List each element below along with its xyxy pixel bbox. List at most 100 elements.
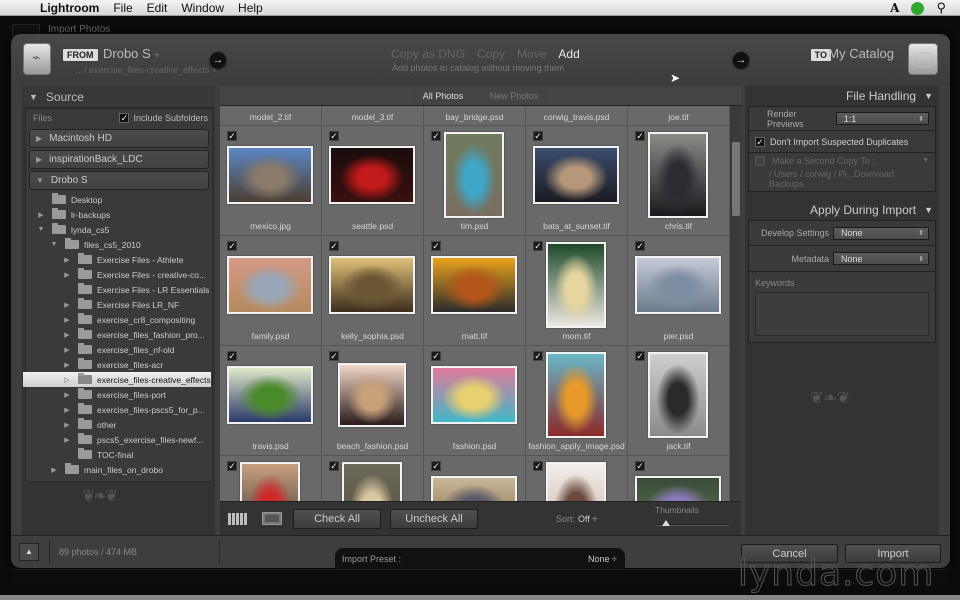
photo-cell[interactable]: joe.tif [628,106,730,126]
photo-cell[interactable]: ✓ beach_fashion.psd [322,346,424,456]
folder-tree-item[interactable]: ▶ exercise_files_fashion_pro... [26,327,212,342]
adobe-icon[interactable]: A [890,1,899,15]
photo-cell[interactable]: ✓ matt.tif [424,236,526,346]
expand-triangle-icon[interactable]: ▶ [62,391,72,399]
photo-thumbnail[interactable] [240,462,300,501]
expand-triangle-icon[interactable]: ▶ [62,256,72,264]
menu-window[interactable]: Window [181,0,224,16]
spotlight-search-icon[interactable]: ⚲ [936,0,946,16]
photo-thumbnail[interactable] [431,476,517,501]
photo-cell[interactable]: ✓ mom.tif [526,236,628,346]
photo-thumbnail[interactable] [431,256,517,314]
mode-copy-as-dng[interactable]: Copy as DNG [391,47,465,61]
photo-cell[interactable]: model_2.tif [220,106,322,126]
dont-import-duplicates-checkbox[interactable]: ✓ Don't Import Suspected Duplicates [749,131,935,153]
status-green-icon[interactable] [911,1,925,15]
folder-tree-item[interactable]: ▶ other [26,417,212,432]
expand-triangle-icon[interactable]: ▶ [62,421,72,429]
folder-tree-item[interactable]: ▶ pscs5_exercise_files-newf... [26,432,212,447]
mode-copy[interactable]: Copy [477,47,505,61]
menu-app-lightroom[interactable]: Lightroom [40,0,99,16]
photo-cell[interactable]: ✓ [220,456,322,501]
metadata-select[interactable]: None ⬍ [833,252,929,265]
folder-tree-item[interactable]: ▶ exercise_files_nf-old [26,342,212,357]
expand-triangle-icon[interactable]: ▶ [62,346,72,354]
folder-tree-item[interactable]: ▶ exercise_files-acr [26,357,212,372]
expand-triangle-icon[interactable]: ▶ [62,406,72,414]
folder-tree-item[interactable]: ▼ lynda_cs5 [26,222,212,237]
folder-tree-item[interactable]: ▶ Exercise Files - creative-co... [26,267,212,282]
folder-tree-item[interactable]: TOC-final [26,447,212,462]
volume-drobo-s[interactable]: ▼ Drobo S [29,171,209,190]
grid-view-icon[interactable] [228,512,248,525]
photo-checkbox[interactable]: ✓ [431,351,441,361]
photo-checkbox[interactable]: ✓ [431,131,441,141]
source-selector[interactable]: Drobo S ÷ [103,46,159,61]
photo-checkbox[interactable]: ✓ [635,131,645,141]
uncheck-all-button[interactable]: Uncheck All [390,508,478,529]
include-subfolders-checkbox[interactable]: ✓ Include Subfolders [119,113,208,123]
photo-thumbnail[interactable] [329,146,415,204]
photo-thumbnail[interactable] [227,256,313,314]
menu-help[interactable]: Help [238,0,263,16]
photo-checkbox[interactable]: ✓ [533,351,543,361]
folder-tree-item[interactable]: ▶ Exercise Files LR_NF [26,297,212,312]
collapse-triangle-icon[interactable]: ▼ [49,241,59,248]
menu-file[interactable]: File [113,0,132,16]
folder-tree-item[interactable]: ▼ files_cs5_2010 [26,237,212,252]
photo-checkbox[interactable]: ✓ [533,461,543,471]
folder-tree-item[interactable]: ▶ lr-backups [26,207,212,222]
folder-tree-item[interactable]: ▶ main_files_on_drobo [26,462,212,477]
photo-thumbnail[interactable] [342,462,402,501]
photo-checkbox[interactable]: ✓ [329,351,339,361]
photo-checkbox[interactable]: ✓ [431,241,441,251]
photo-checkbox[interactable]: ✓ [635,351,645,361]
tab-new-photos[interactable]: New Photos [490,91,539,101]
loupe-view-icon[interactable] [262,512,282,525]
photo-cell[interactable]: ✓ seattle.psd [322,126,424,236]
expand-triangle-icon[interactable]: ▶ [62,436,72,444]
expand-dialog-button[interactable]: ▲ [19,543,39,561]
photo-cell[interactable]: corwig_travis.psd [526,106,628,126]
mode-add[interactable]: Add [558,47,579,61]
menu-edit[interactable]: Edit [147,0,168,16]
photo-thumbnail[interactable] [635,256,721,314]
photo-thumbnail[interactable] [329,256,415,314]
photo-cell[interactable]: ✓ kelly_sophia.psd [322,236,424,346]
photo-checkbox[interactable]: ✓ [329,241,339,251]
photo-checkbox[interactable]: ✓ [227,351,237,361]
photo-thumbnail[interactable] [338,363,406,427]
source-panel-header[interactable]: ▼ Source [22,86,215,108]
expand-triangle-icon[interactable]: ▶ [49,466,59,474]
folder-tree-item[interactable]: Desktop [26,192,212,207]
photo-checkbox[interactable]: ✓ [227,241,237,251]
photo-cell[interactable]: bay_bridge.psd [424,106,526,126]
photo-cell[interactable]: ✓ tim.psd [424,126,526,236]
expand-triangle-icon[interactable]: ▶ [62,361,72,369]
photo-cell[interactable]: ✓ fashion.psd [424,346,526,456]
photo-cell[interactable]: ✓ mexico.jpg [220,126,322,236]
photo-cell[interactable]: ✓ [322,456,424,501]
photo-thumbnail[interactable] [546,242,606,328]
photo-checkbox[interactable]: ✓ [329,131,339,141]
expand-triangle-icon[interactable]: ▶ [62,271,72,279]
photo-checkbox[interactable]: ✓ [533,241,543,251]
expand-triangle-icon[interactable]: ▶ [62,301,72,309]
apply-during-import-header[interactable]: Apply During Import ▼ [745,200,939,220]
source-path[interactable]: …/ exercise_files-creative_effects + [75,65,217,75]
photo-checkbox[interactable]: ✓ [329,461,339,471]
check-all-button[interactable]: Check All [293,508,381,529]
keywords-input[interactable] [755,292,929,336]
photo-cell[interactable]: ✓ [628,456,730,501]
tab-all-photos[interactable]: All Photos [423,91,464,101]
photo-cell[interactable]: ✓ fashion_apply_image.psd [526,346,628,456]
mode-move[interactable]: Move [517,47,546,61]
photo-thumbnail[interactable] [648,132,708,218]
photo-cell[interactable]: model_3.tif [322,106,424,126]
sort-selector[interactable]: Sort: Off ÷ [556,514,597,524]
render-previews-select[interactable]: 1:1 ⬍ [835,112,929,125]
second-copy-checkbox[interactable]: Make a Second Copy To : ▼ [755,155,929,166]
photo-checkbox[interactable]: ✓ [227,131,237,141]
photo-checkbox[interactable]: ✓ [533,131,543,141]
photo-cell[interactable]: ✓ chris.tif [628,126,730,236]
